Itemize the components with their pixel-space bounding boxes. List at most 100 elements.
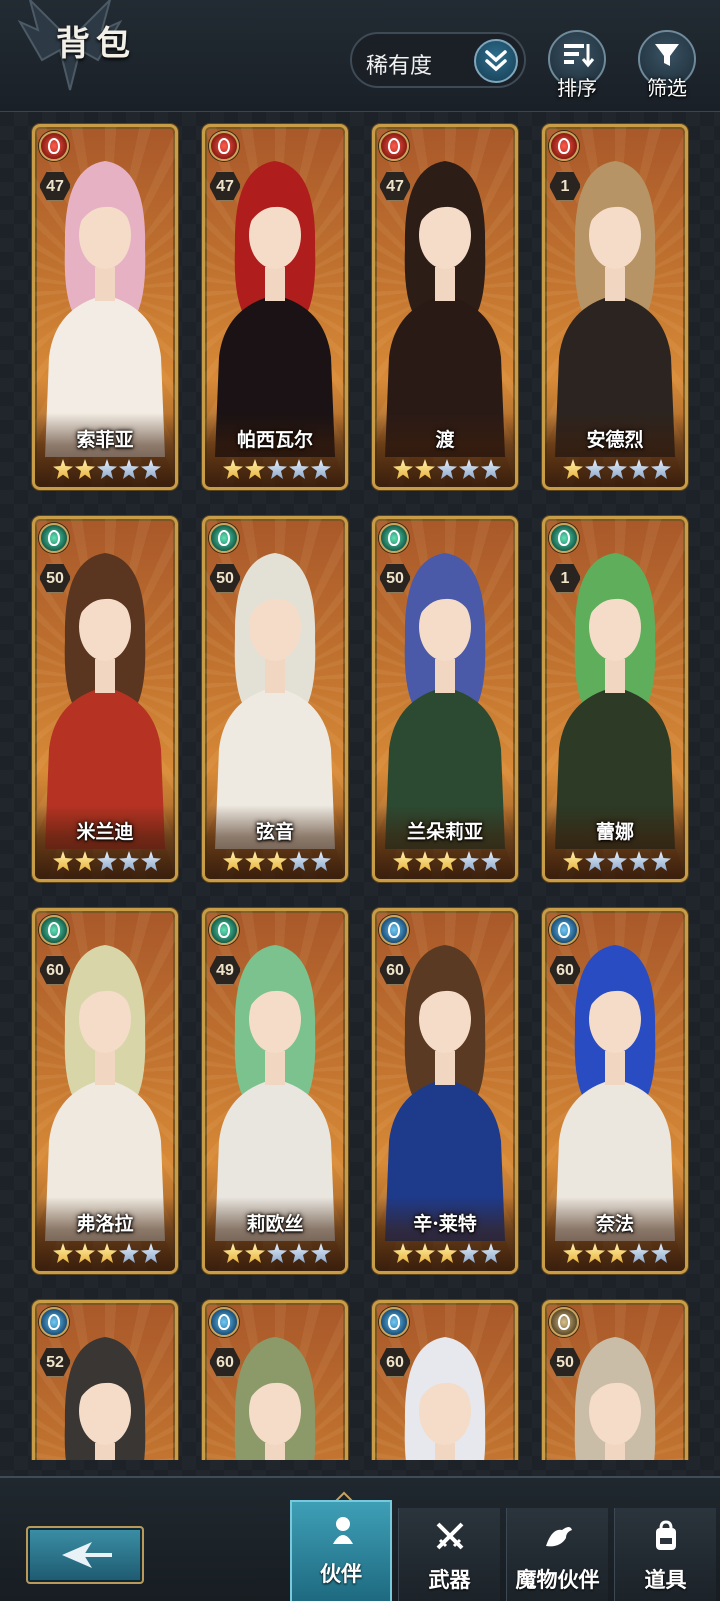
- star-rating: [223, 851, 331, 873]
- character-card[interactable]: 47 索菲亚: [32, 124, 178, 490]
- star-empty-icon: [119, 1243, 139, 1263]
- tab-monster-partner-label: 魔物伙伴: [515, 1567, 600, 1592]
- star-rating: [393, 851, 501, 873]
- star-filled-icon: [53, 459, 73, 479]
- backpack-icon: [656, 1520, 676, 1550]
- star-filled-icon: [393, 851, 413, 871]
- tab-weapons[interactable]: 武器: [398, 1508, 500, 1601]
- character-name: 安德烈: [586, 429, 644, 451]
- tab-partner[interactable]: 伙伴: [290, 1500, 392, 1601]
- star-empty-icon: [629, 459, 649, 479]
- fire-element-icon: [209, 131, 239, 161]
- character-card[interactable]: 50 弦音: [202, 516, 348, 882]
- filter-funnel-icon: [655, 44, 679, 66]
- star-rating: [563, 851, 671, 873]
- sort-dropdown[interactable]: 稀有度: [350, 32, 526, 88]
- star-empty-icon: [481, 851, 501, 871]
- water-element-icon: [549, 915, 579, 945]
- star-empty-icon: [437, 459, 457, 479]
- star-filled-icon: [563, 851, 583, 871]
- tab-monster-partner[interactable]: 魔物伙伴: [506, 1508, 608, 1601]
- star-empty-icon: [267, 459, 287, 479]
- star-filled-icon: [437, 1243, 457, 1263]
- character-card[interactable]: 1 安德烈: [542, 124, 688, 490]
- character-name: 蕾娜: [595, 821, 634, 843]
- star-rating: [563, 459, 671, 481]
- star-filled-icon: [563, 459, 583, 479]
- star-rating: [53, 459, 161, 481]
- star-filled-icon: [393, 459, 413, 479]
- character-name: 奈法: [595, 1213, 634, 1235]
- character-card[interactable]: 50: [542, 1300, 688, 1460]
- star-empty-icon: [585, 459, 605, 479]
- star-rating: [53, 1243, 161, 1265]
- star-empty-icon: [651, 1243, 671, 1263]
- character-grid: 47 索菲亚 47 帕西瓦尔 47 渡 1 安德烈 50 米兰迪 50 弦音 50 兰朵莉亚 1 蕾娜 60 弗洛…: [0, 112, 720, 1460]
- character-card[interactable]: 47 渡: [372, 124, 518, 490]
- filter-button-label: 筛选: [647, 76, 687, 100]
- page-title: 背包: [56, 24, 136, 64]
- star-empty-icon: [459, 851, 479, 871]
- star-filled-icon: [415, 1243, 435, 1263]
- star-filled-icon: [245, 851, 265, 871]
- character-card[interactable]: 60 奈法: [542, 908, 688, 1274]
- character-card[interactable]: 60: [372, 1300, 518, 1460]
- wind-element-icon: [209, 915, 239, 945]
- dragon-icon: [546, 1527, 572, 1547]
- star-empty-icon: [629, 1243, 649, 1263]
- character-card[interactable]: 50 米兰迪: [32, 516, 178, 882]
- star-rating: [223, 459, 331, 481]
- sort-dropdown-value: 稀有度: [366, 54, 433, 79]
- star-rating: [393, 459, 501, 481]
- tab-items[interactable]: 道具: [614, 1508, 716, 1601]
- star-empty-icon: [311, 851, 331, 871]
- fire-element-icon: [549, 131, 579, 161]
- star-rating: [393, 1243, 501, 1265]
- star-empty-icon: [119, 459, 139, 479]
- character-name: 渡: [435, 429, 455, 451]
- wind-element-icon: [379, 523, 409, 553]
- filter-button[interactable]: 筛选: [638, 30, 696, 100]
- chevron-down-icon[interactable]: [474, 39, 518, 83]
- star-empty-icon: [629, 851, 649, 871]
- star-empty-icon: [141, 1243, 161, 1263]
- tab-weapons-label: 武器: [428, 1567, 471, 1592]
- wind-element-icon: [39, 523, 69, 553]
- star-filled-icon: [75, 851, 95, 871]
- character-name: 帕西瓦尔: [236, 429, 313, 451]
- star-filled-icon: [223, 1243, 243, 1263]
- character-card[interactable]: 52: [32, 1300, 178, 1460]
- character-card[interactable]: 60 辛·莱特: [372, 908, 518, 1274]
- character-card[interactable]: 60 弗洛拉: [32, 908, 178, 1274]
- wind-element-icon: [39, 915, 69, 945]
- character-name: 辛·莱特: [413, 1213, 477, 1235]
- star-empty-icon: [289, 851, 309, 871]
- character-card[interactable]: 60: [202, 1300, 348, 1460]
- character-card[interactable]: 1 蕾娜: [542, 516, 688, 882]
- star-empty-icon: [267, 1243, 287, 1263]
- crossed-swords-icon: [436, 1522, 464, 1550]
- fire-element-icon: [379, 131, 409, 161]
- star-filled-icon: [245, 1243, 265, 1263]
- star-empty-icon: [607, 851, 627, 871]
- tab-items-label: 道具: [644, 1567, 687, 1592]
- star-rating: [223, 1243, 331, 1265]
- star-filled-icon: [607, 1243, 627, 1263]
- character-name: 兰朵莉亚: [406, 821, 483, 843]
- star-filled-icon: [53, 1243, 73, 1263]
- bottom-nav: 伙伴 武器 魔物伙伴 道具: [0, 1476, 720, 1601]
- star-filled-icon: [75, 459, 95, 479]
- star-filled-icon: [267, 851, 287, 871]
- star-empty-icon: [289, 459, 309, 479]
- sort-button[interactable]: 排序: [548, 30, 606, 100]
- star-filled-icon: [223, 459, 243, 479]
- star-empty-icon: [607, 459, 627, 479]
- star-filled-icon: [563, 1243, 583, 1263]
- star-empty-icon: [459, 459, 479, 479]
- star-empty-icon: [459, 1243, 479, 1263]
- character-card[interactable]: 50 兰朵莉亚: [372, 516, 518, 882]
- back-button[interactable]: [26, 1526, 144, 1584]
- character-card[interactable]: 49 莉欧丝: [202, 908, 348, 1274]
- character-card[interactable]: 47 帕西瓦尔: [202, 124, 348, 490]
- star-empty-icon: [585, 851, 605, 871]
